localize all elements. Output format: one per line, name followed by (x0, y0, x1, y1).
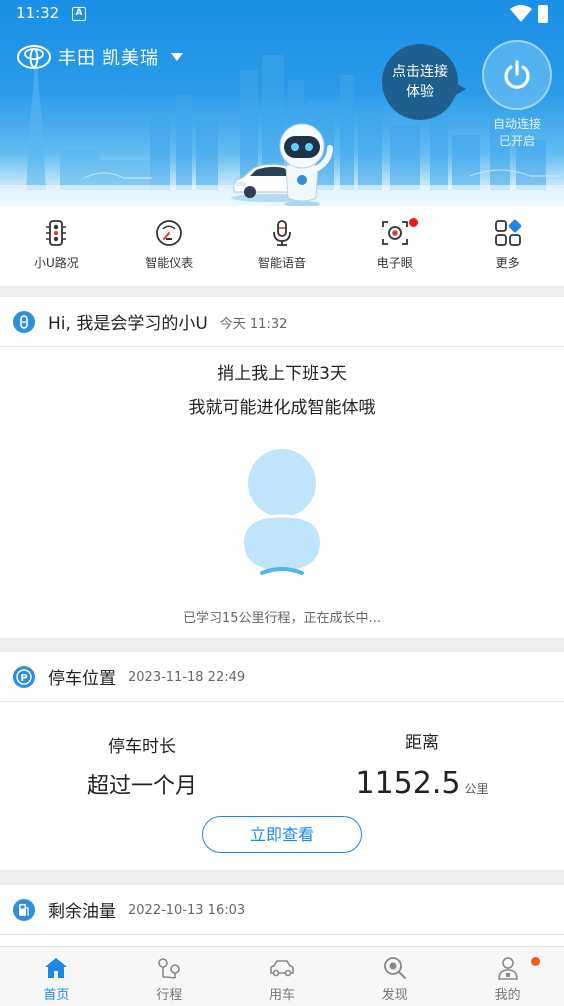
xiaou-robot-mascot (279, 123, 333, 206)
power-connect-button[interactable] (482, 40, 552, 110)
parking-duration-value: 超过一个月 (86, 774, 197, 799)
camera-eye-icon (381, 221, 408, 245)
fuel-card-time: 2022-10-13 16:03 (128, 903, 246, 918)
toyota-logo-icon (17, 45, 51, 69)
quick-menu-voice[interactable]: 智能语音 (226, 206, 339, 286)
xiaou-card-body: 捎上我上下班3天 我就可能进化成智能体哦 已学习15公里行程，正在成长中... (0, 347, 564, 638)
quick-menu: 小U路况 智能仪表 智能语音 电子眼 更多 (0, 206, 564, 286)
xiaou-card[interactable]: Hi, 我是会学习的小U 今天 11:32 捎上我上下班3天 我就可能进化成智能… (0, 297, 564, 638)
vehicle-selector[interactable]: 丰田 凯美瑞 (16, 42, 183, 72)
hero-banner: 11:32 A 丰田 凯美瑞 点击连接 体验 自动连接 已开启 (0, 0, 564, 206)
power-icon (504, 60, 530, 89)
home-icon (45, 958, 68, 978)
fuel-card-header: 剩余油量 2022-10-13 16:03 (0, 885, 564, 935)
quick-menu-label: 智能语音 (257, 256, 306, 270)
xiaou-card-time: 今天 11:32 (219, 317, 288, 332)
parking-card[interactable]: P 停车位置 2023-11-18 22:49 停车时长 超过一个月 距离 11… (0, 652, 564, 870)
new-badge-dot (409, 218, 419, 227)
microphone-icon (273, 220, 291, 246)
parking-card-time: 2023-11-18 22:49 (128, 670, 246, 685)
tab-label: 我的 (494, 988, 521, 1003)
quick-menu-label: 智能仪表 (145, 256, 194, 270)
tab-profile[interactable]: 我的 (451, 947, 564, 1006)
xiaou-learning-progress: 已学习15公里行程，正在成长中... (183, 611, 381, 626)
model-name: 凯美瑞 (102, 48, 159, 69)
xiaou-card-title: Hi, 我是会学习的小U (48, 314, 208, 334)
brand-name: 丰田 (58, 48, 96, 69)
tab-car[interactable]: 用车 (226, 947, 339, 1006)
quick-menu-label: 电子眼 (376, 256, 413, 270)
grid-more-icon (494, 219, 521, 246)
xiaou-silhouette-illustration (244, 449, 320, 575)
quick-menu-dashboard[interactable]: 智能仪表 (113, 206, 226, 286)
battery-icon (538, 5, 548, 23)
bubble-line-1: 点击连接 (392, 64, 448, 80)
parking-distance-label: 距离 (405, 733, 439, 753)
svg-text:P: P (20, 673, 27, 684)
car-icon (270, 960, 294, 977)
notification-app-icon: A (72, 7, 86, 21)
quick-menu-more[interactable]: 更多 (451, 206, 564, 286)
tab-trips[interactable]: 行程 (113, 947, 226, 1006)
quick-menu-label: 小U路况 (34, 256, 79, 270)
bubble-line-2: 体验 (406, 84, 434, 100)
tab-home[interactable]: 首页 (0, 947, 113, 1006)
quick-menu-traffic[interactable]: 小U路况 (0, 206, 113, 286)
status-time: 11:32 (16, 4, 60, 22)
tab-label: 行程 (156, 988, 183, 1003)
profile-icon (497, 957, 518, 980)
bottom-tab-bar: 首页 行程 用车 发现 我的 (0, 946, 564, 1006)
parking-distance-unit: 公里 (464, 782, 489, 796)
quick-menu-electronic-eye[interactable]: 电子眼 (338, 206, 451, 286)
xiaou-info-icon (13, 310, 35, 333)
traffic-light-icon (46, 220, 67, 246)
parking-card-title: 停车位置 (48, 669, 116, 689)
view-parking-button[interactable]: 立即查看 (202, 816, 362, 853)
auto-connect-line-1: 自动连接 (492, 117, 541, 131)
xiaou-message-line-1: 捎上我上下班3天 (217, 364, 347, 384)
status-bar: 11:32 A (0, 0, 564, 30)
parking-icon: P (13, 665, 35, 688)
parking-card-body: 停车时长 超过一个月 距离 1152.5 公里 立即查看 (0, 702, 564, 870)
xiaou-card-header: Hi, 我是会学习的小U 今天 11:32 (0, 297, 564, 347)
wifi-icon (510, 5, 532, 22)
auto-connect-line-2: 已开启 (498, 134, 535, 148)
fuel-card-title: 剩余油量 (48, 902, 116, 922)
tab-discover[interactable]: 发现 (338, 947, 451, 1006)
auto-connect-status: 自动连接 已开启 (480, 116, 554, 150)
discover-icon (383, 957, 406, 979)
gauge-icon (156, 220, 183, 246)
route-icon (158, 958, 180, 979)
bubble-tail (454, 82, 466, 96)
notification-dot (531, 957, 541, 966)
xiaou-message-line-2: 我就可能进化成智能体哦 (188, 398, 376, 418)
quick-menu-label: 更多 (495, 256, 520, 270)
tab-label: 发现 (381, 988, 408, 1003)
tab-label: 首页 (43, 988, 70, 1003)
parking-duration-label: 停车时长 (108, 737, 176, 757)
fuel-card[interactable]: 剩余油量 2022-10-13 16:03 (0, 885, 564, 946)
dropdown-caret-icon (171, 53, 183, 61)
tab-label: 用车 (268, 988, 295, 1003)
fuel-pump-icon (13, 898, 35, 921)
parking-card-header: P 停车位置 2023-11-18 22:49 (0, 652, 564, 702)
parking-distance: 1152.5 公里 (342, 766, 502, 801)
parking-distance-value: 1152.5 (355, 766, 461, 801)
connect-experience-bubble[interactable]: 点击连接 体验 (382, 44, 458, 120)
